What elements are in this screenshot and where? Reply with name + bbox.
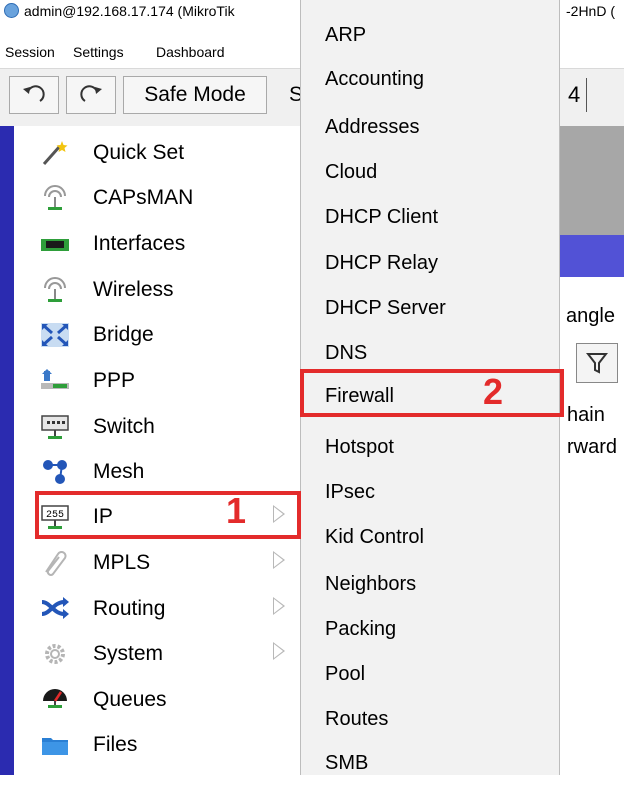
sidebar-item-label: MPLS: [93, 551, 151, 574]
sidebar-item-system[interactable]: System: [14, 632, 304, 674]
submenu-item-label: Addresses: [325, 116, 420, 138]
sidebar-item-queues[interactable]: Queues: [14, 678, 304, 720]
submenu-item-smb[interactable]: SMB: [325, 752, 555, 796]
submenu-item-label: SMB: [325, 752, 369, 774]
submenu-item-label: Pool: [325, 663, 366, 685]
sidebar-item-routing[interactable]: Routing: [14, 587, 304, 629]
submenu-item-dhcp-server[interactable]: DHCP Server: [325, 297, 555, 341]
submenu-item-routes[interactable]: Routes: [325, 708, 555, 752]
submenu-item-label: Accounting: [325, 68, 424, 90]
submenu-item-label: DNS: [325, 342, 368, 364]
safe-mode-button[interactable]: Safe Mode: [123, 76, 267, 114]
submenu-item-label: IPsec: [325, 481, 376, 503]
sidebar-item-bridge[interactable]: Bridge: [14, 313, 304, 355]
submenu-arrow-icon: [273, 597, 285, 615]
table-row[interactable]: rward: [567, 436, 617, 459]
window-title: admin@192.168.17.174 (MikroTik: [24, 3, 235, 19]
winbox-app-icon: [4, 3, 19, 18]
sidebar-item-label: CAPsMAN: [93, 186, 194, 209]
sidebar-item-label: Quick Set: [93, 141, 185, 164]
tab-mangle[interactable]: angle: [566, 305, 615, 328]
menubar: Session Settings Dashboard: [0, 44, 300, 66]
main-window-gray-region: [560, 126, 624, 235]
sidebar-item-mesh[interactable]: Mesh: [14, 450, 304, 492]
submenu-item-hotspot[interactable]: Hotspot: [325, 436, 555, 480]
sidebar-item-wireless[interactable]: Wireless: [14, 268, 304, 310]
submenu-item-label: DHCP Server: [325, 297, 446, 319]
submenu-item-arp[interactable]: ARP: [325, 24, 555, 68]
undo-icon: [23, 85, 45, 102]
sidebar-item-quick-set[interactable]: Quick Set: [14, 131, 304, 173]
sidebar-stripe: [0, 126, 14, 775]
filter-icon: [586, 353, 608, 374]
submenu-arrow-icon: [273, 551, 285, 569]
wand-icon: [42, 141, 68, 165]
sidebar-item-label: Routing: [93, 597, 166, 620]
switch-icon: [41, 415, 69, 439]
submenu-item-dhcp-client[interactable]: DHCP Client: [325, 206, 555, 250]
antenna-icon: [44, 277, 66, 302]
step-2-highlight-box: [300, 369, 564, 417]
sidebar-item-label: PPP: [93, 369, 136, 392]
submenu-item-label: DHCP Relay: [325, 252, 438, 274]
main-window-titlebar: [560, 235, 624, 277]
submenu-item-neighbors[interactable]: Neighbors: [325, 573, 555, 617]
submenu-item-pool[interactable]: Pool: [325, 663, 555, 707]
submenu-item-ipsec[interactable]: IPsec: [325, 481, 555, 525]
step-1-number: 1: [226, 490, 247, 531]
menu-settings[interactable]: Settings: [73, 44, 124, 60]
toolbar-separator: [586, 78, 587, 112]
sidebar-item-switch[interactable]: Switch: [14, 405, 304, 447]
redo-button[interactable]: [66, 76, 116, 114]
submenu-item-label: Kid Control: [325, 526, 424, 548]
sidebar-item-label: System: [93, 642, 164, 665]
sidebar-item-files[interactable]: Files: [14, 723, 304, 765]
sidebar-item-interfaces[interactable]: Interfaces: [14, 222, 304, 264]
folder-icon: [42, 738, 68, 755]
submenu-item-label: Routes: [325, 708, 389, 730]
mpls-icon: [45, 551, 67, 576]
submenu-item-addresses[interactable]: Addresses: [325, 116, 555, 160]
sidebar-item-label: Files: [93, 733, 138, 756]
sidebar-item-label: Bridge: [93, 323, 154, 346]
column-header-chain[interactable]: hain: [567, 404, 605, 427]
toolbar-partial-value: 4: [568, 82, 581, 107]
redo-icon: [80, 85, 102, 102]
submenu-item-label: ARP: [325, 24, 367, 46]
submenu-item-dhcp-relay[interactable]: DHCP Relay: [325, 252, 555, 296]
sidebar-item-label: Interfaces: [93, 232, 186, 255]
submenu-item-accounting[interactable]: Accounting: [325, 68, 555, 112]
submenu-item-label: Cloud: [325, 161, 378, 183]
ppp-icon: [41, 369, 69, 389]
submenu-item-cloud[interactable]: Cloud: [325, 161, 555, 205]
submenu-item-label: DHCP Client: [325, 206, 438, 228]
submenu-item-kid-control[interactable]: Kid Control: [325, 526, 555, 570]
filter-button[interactable]: [576, 343, 618, 383]
sidebar-item-label: Switch: [93, 415, 155, 438]
bridge-icon: [41, 323, 69, 347]
step-2-number: 2: [483, 371, 504, 412]
network-card-icon: [41, 239, 69, 251]
sidebar-item-label: Wireless: [93, 278, 174, 301]
submenu-item-packing[interactable]: Packing: [325, 618, 555, 662]
step-1-highlight-box: [35, 491, 301, 539]
queues-icon: [43, 689, 67, 708]
undo-button[interactable]: [9, 76, 59, 114]
window-title-suffix: -2HnD (: [566, 3, 616, 19]
sidebar-item-capsman[interactable]: CAPsMAN: [14, 176, 304, 218]
menu-dashboard[interactable]: Dashboard: [156, 44, 225, 60]
gear-icon: [45, 644, 65, 664]
mesh-icon: [43, 460, 67, 484]
submenu-arrow-icon: [273, 642, 285, 660]
sidebar-item-mpls[interactable]: MPLS: [14, 541, 304, 583]
sidebar-item-label: Queues: [93, 688, 167, 711]
submenu-item-label: Packing: [325, 618, 397, 640]
menu-session[interactable]: Session: [5, 44, 55, 60]
sidebar-item-label: Mesh: [93, 460, 145, 483]
routing-icon: [41, 597, 69, 619]
sidebar-item-ppp[interactable]: PPP: [14, 359, 304, 401]
submenu-item-label: Neighbors: [325, 573, 417, 595]
antenna-icon: [44, 185, 66, 210]
submenu-item-label: Hotspot: [325, 436, 394, 458]
